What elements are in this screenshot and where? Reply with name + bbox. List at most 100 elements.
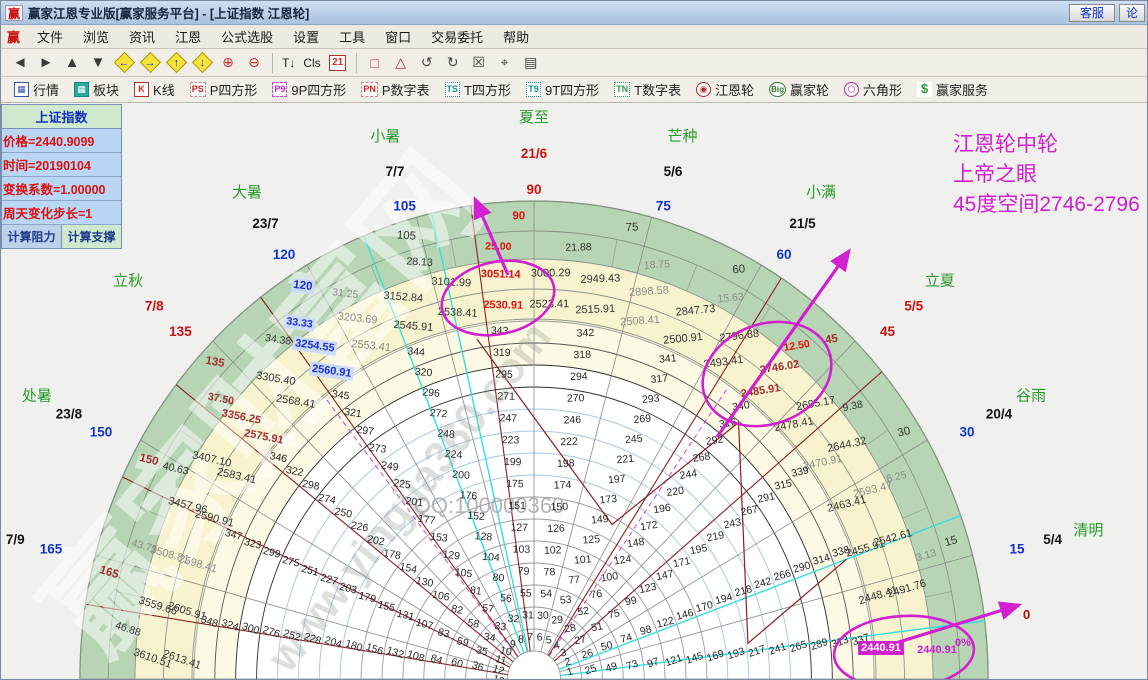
gann-wheel-canvas[interactable]: 赢家财富网www.yingjia360.comQQ:10000036015304… (1, 103, 1148, 680)
rect-tool-icon[interactable]: □ (362, 51, 388, 74)
toolbar-separator (356, 53, 357, 73)
calc-support-button[interactable]: 计算支撑 (62, 225, 121, 248)
svg-text:30: 30 (959, 425, 974, 440)
nav-down-icon[interactable]: ▼ (85, 51, 111, 74)
svg-text:32: 32 (507, 613, 520, 626)
svg-text:18.75: 18.75 (643, 258, 670, 272)
svg-text:296: 296 (422, 386, 441, 399)
svg-text:57: 57 (481, 602, 494, 616)
svg-text:246: 246 (563, 414, 581, 427)
svg-text:120: 120 (273, 247, 296, 262)
svg-text:大暑: 大暑 (232, 184, 262, 201)
gann-wheel-button[interactable]: ◉江恩轮 (689, 78, 761, 101)
menu-tools[interactable]: 工具 (330, 25, 374, 48)
gann-wheel-chart-area[interactable]: 赢家财富网www.yingjia360.comQQ:10000036015304… (1, 103, 1148, 680)
rotate-cw-icon[interactable]: ↻ (440, 51, 466, 74)
svg-text:76: 76 (590, 588, 604, 602)
nav-up-icon[interactable]: ▲ (59, 51, 85, 74)
menu-gann[interactable]: 江恩 (166, 25, 210, 48)
svg-text:34: 34 (483, 631, 497, 645)
menu-news[interactable]: 资讯 (120, 25, 164, 48)
winner-service-button[interactable]: $赢家服务 (910, 78, 995, 101)
svg-text:269: 269 (633, 413, 652, 427)
svg-text:271: 271 (497, 390, 515, 402)
svg-text:152: 152 (467, 510, 486, 523)
svg-text:小满: 小满 (806, 184, 836, 201)
svg-text:177: 177 (417, 513, 436, 527)
t-number-table-button[interactable]: TNT数字表 (607, 78, 688, 101)
rotate-ccw-icon[interactable]: ↺ (414, 51, 440, 74)
t9-square-icon: T9 (526, 82, 541, 97)
calendar-icon[interactable]: 21 (325, 51, 351, 74)
t9-square-button[interactable]: T99T四方形 (519, 78, 606, 101)
svg-text:15: 15 (1009, 541, 1025, 556)
menu-help[interactable]: 帮助 (494, 25, 538, 48)
nav-right-icon[interactable]: ► (33, 51, 59, 74)
p-square-icon: PS (190, 82, 206, 97)
menu-browse[interactable]: 浏览 (74, 25, 118, 48)
sector-button[interactable]: ▦板块 (67, 78, 126, 101)
forum-button[interactable]: 论坛 (1119, 4, 1145, 22)
svg-text:127: 127 (510, 522, 528, 534)
cls-button[interactable]: Cls (299, 51, 324, 74)
highlight-value-3: 0% (955, 637, 971, 649)
svg-text:90: 90 (526, 182, 541, 197)
highlight-value-1: 2440.91 (861, 642, 901, 654)
svg-text:225: 225 (393, 477, 412, 491)
svg-text:小暑: 小暑 (370, 128, 400, 145)
svg-text:135: 135 (169, 324, 192, 339)
pan-up-icon[interactable]: ↑ (163, 51, 189, 74)
quote-button[interactable]: ▦行情 (7, 78, 66, 101)
svg-text:21/5: 21/5 (789, 216, 816, 231)
customer-service-button[interactable]: 客服 (1069, 4, 1115, 22)
main-toolbar: ◄ ► ▲ ▼ ← → ↑ ↓ ⊕ ⊖ T↓ Cls 21 □ △ ↺ ↻ ☒ … (1, 49, 1148, 77)
zoom-out-icon[interactable]: ⊖ (241, 51, 267, 74)
select-box-icon[interactable]: ☒ (466, 51, 492, 74)
svg-text:立秋: 立秋 (113, 272, 143, 289)
p9-square-button[interactable]: P99P四方形 (265, 78, 353, 101)
svg-text:5/5: 5/5 (904, 299, 923, 314)
zoom-in-icon[interactable]: ⊕ (215, 51, 241, 74)
crosshair-icon[interactable]: ⌖ (492, 51, 518, 74)
calc-resistance-button[interactable]: 计算阻力 (2, 225, 62, 248)
p-square-button[interactable]: PSP四方形 (183, 78, 265, 101)
price-value: 价格=2440.9099 (2, 129, 121, 153)
svg-text:58: 58 (466, 617, 480, 631)
p-number-table-button[interactable]: PNP数字表 (354, 78, 436, 101)
toolbar-separator (272, 53, 273, 73)
updown-tool-icon[interactable]: T↓ (278, 51, 299, 74)
svg-text:75: 75 (656, 199, 672, 214)
menu-settings[interactable]: 设置 (284, 25, 328, 48)
svg-text:55: 55 (520, 587, 532, 599)
hexagon-button[interactable]: ⬡六角形 (837, 78, 909, 101)
menu-window[interactable]: 窗口 (376, 25, 420, 48)
svg-text:319: 319 (493, 347, 511, 359)
menu-trade[interactable]: 交易委托 (422, 25, 492, 48)
svg-text:223: 223 (502, 434, 520, 446)
t-square-button[interactable]: TST四方形 (438, 78, 518, 101)
menu-file[interactable]: 文件 (28, 25, 72, 48)
svg-text:105: 105 (393, 199, 416, 214)
pan-down-icon[interactable]: ↓ (189, 51, 215, 74)
svg-text:8: 8 (518, 633, 525, 645)
svg-text:3051.14: 3051.14 (481, 268, 522, 281)
kline-icon: K (134, 82, 149, 97)
svg-text:30: 30 (537, 610, 549, 622)
pan-right-icon[interactable]: → (137, 51, 163, 74)
svg-text:QQ:100000360: QQ:100000360 (414, 493, 564, 518)
chart-tool-icon[interactable]: ▤ (518, 51, 544, 74)
window-title: 赢家江恩专业版[赢家服务平台] - [上证指数 江恩轮] (28, 3, 309, 22)
winner-wheel-button[interactable]: Big赢家轮 (762, 78, 836, 101)
triangle-tool-icon[interactable]: △ (388, 51, 414, 74)
svg-text:立夏: 立夏 (925, 272, 955, 289)
pan-left-icon[interactable]: ← (111, 51, 137, 74)
function-toolbar: ▦行情 ▦板块 KK线 PSP四方形 P99P四方形 PNP数字表 TST四方形… (1, 77, 1148, 103)
svg-text:处暑: 处暑 (22, 388, 52, 405)
svg-text:341: 341 (659, 352, 678, 366)
svg-text:80: 80 (492, 572, 505, 585)
menu-formula-stock-pick[interactable]: 公式选股 (212, 25, 282, 48)
kline-button[interactable]: KK线 (127, 78, 182, 101)
svg-text:90: 90 (512, 210, 525, 222)
nav-left-icon[interactable]: ◄ (7, 51, 33, 74)
svg-text:197: 197 (608, 473, 627, 487)
